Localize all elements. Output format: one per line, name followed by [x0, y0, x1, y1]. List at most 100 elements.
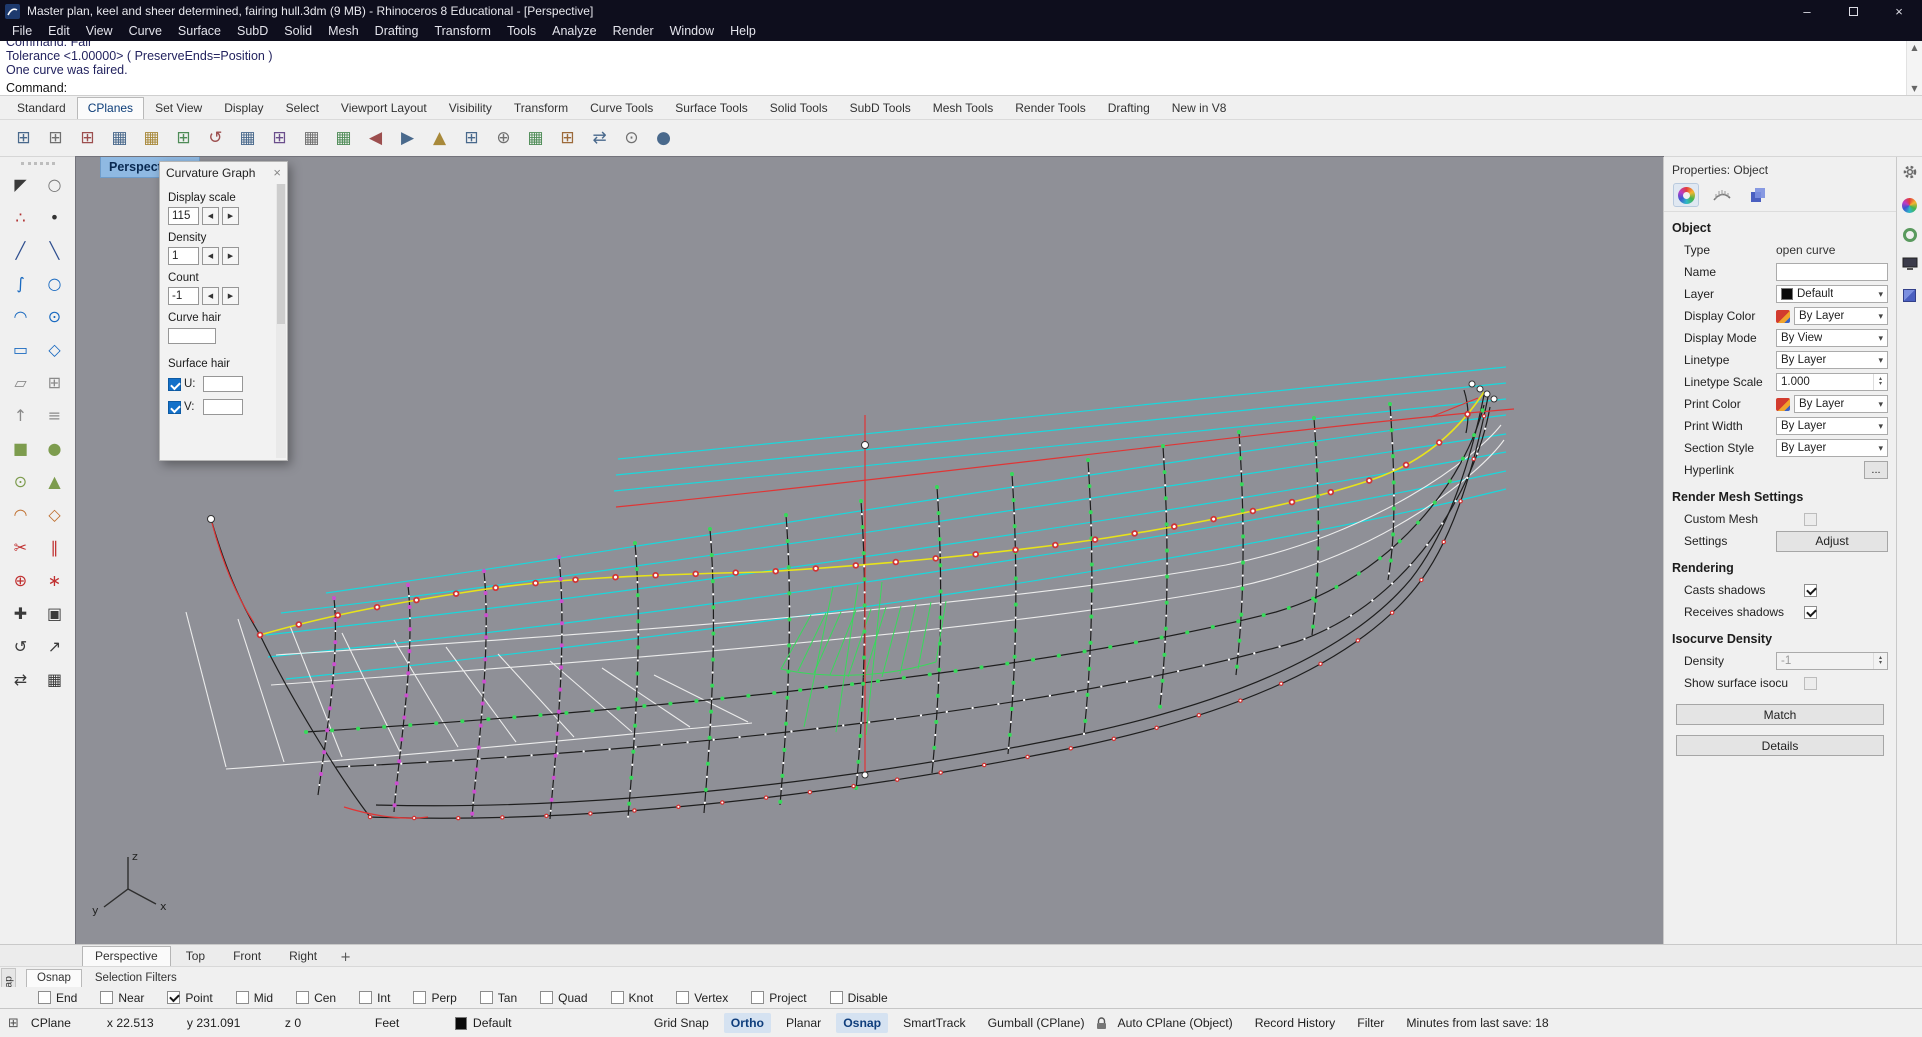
named-cplane-button[interactable]: ▦ — [298, 125, 325, 152]
display-color-select[interactable]: By Layer — [1794, 307, 1888, 325]
ribbon-tab[interactable]: Standard — [6, 97, 77, 119]
menu-item[interactable]: Analyze — [544, 22, 604, 41]
universal-cplane-button[interactable]: ⊕ — [490, 125, 517, 152]
monitor-icon[interactable] — [1902, 257, 1918, 274]
display-mode-select[interactable]: By View — [1776, 329, 1888, 347]
app-icon[interactable] — [5, 4, 20, 19]
copy-tool[interactable]: ▣ — [40, 600, 70, 627]
surface-tool[interactable]: ▱ — [6, 369, 36, 396]
trim-tool[interactable]: ✂ — [6, 534, 36, 561]
ribbon-tab[interactable]: Drafting — [1097, 97, 1161, 119]
close-icon[interactable] — [273, 166, 281, 179]
density-increase-button[interactable] — [222, 247, 239, 265]
cplane-world-right-button[interactable]: ⊞ — [266, 125, 293, 152]
cplane-sync-views-button[interactable]: ⊙ — [618, 125, 645, 152]
checkbox[interactable] — [296, 991, 309, 1004]
minimize-button[interactable]: – — [1784, 0, 1830, 22]
mirror-tool[interactable]: ⇄ — [6, 666, 36, 693]
scale-tool[interactable]: ↗ — [40, 633, 70, 660]
ribbon-tab[interactable]: CPlanes — [77, 97, 144, 119]
ribbon-tab[interactable]: Render Tools — [1004, 97, 1097, 119]
menu-item[interactable]: Curve — [121, 22, 170, 41]
spinner-icon[interactable] — [1873, 653, 1887, 669]
new-viewport-icon[interactable]: + — [332, 949, 359, 966]
cplane-origin-button[interactable]: ⊞ — [42, 125, 69, 152]
dialog-scrollbar[interactable] — [276, 184, 286, 458]
cplane-next-button[interactable]: ▶ — [394, 125, 421, 152]
menu-item[interactable]: Edit — [40, 22, 78, 41]
rotate-tool[interactable]: ↺ — [6, 633, 36, 660]
print-width-select[interactable]: By Layer — [1776, 417, 1888, 435]
section-style-select[interactable]: By Layer — [1776, 439, 1888, 457]
split-tool[interactable]: ∥ — [40, 534, 70, 561]
ribbon-tab[interactable]: New in V8 — [1161, 97, 1238, 119]
density-decrease-button[interactable] — [202, 247, 219, 265]
toolbar-grip[interactable] — [21, 162, 55, 165]
menu-item[interactable]: Window — [662, 22, 722, 41]
display-ring-icon[interactable] — [1903, 228, 1917, 242]
osnap-option[interactable]: Quad — [540, 991, 587, 1005]
settings-gear-icon[interactable] — [1902, 164, 1918, 183]
line-tool[interactable]: ╱ — [6, 237, 36, 264]
osnap-option[interactable]: Disable — [830, 991, 888, 1005]
linetype-select[interactable]: By Layer — [1776, 351, 1888, 369]
hyperlink-browse-button[interactable]: ... — [1864, 461, 1888, 479]
status-toggle[interactable]: Filter — [1350, 1013, 1391, 1033]
osnap-option[interactable]: Knot — [611, 991, 654, 1005]
osnap-option[interactable]: Mid — [236, 991, 273, 1005]
cylinder-tool[interactable]: ⊙ — [6, 468, 36, 495]
join-tool[interactable]: ⊕ — [6, 567, 36, 594]
count-input[interactable]: -1 — [168, 287, 199, 305]
checkbox[interactable] — [830, 991, 843, 1004]
ellipse-tool[interactable]: ⊙ — [40, 303, 70, 330]
cplane-world-front-button[interactable]: ▦ — [234, 125, 261, 152]
menu-item[interactable]: Tools — [499, 22, 544, 41]
maximize-button[interactable] — [1830, 0, 1876, 22]
layer-select[interactable]: Default — [1776, 285, 1888, 303]
status-toggle[interactable]: Auto CPlane (Object) — [1111, 1013, 1240, 1033]
status-toggle[interactable]: Record History — [1248, 1013, 1343, 1033]
checkbox[interactable] — [751, 991, 764, 1004]
v-checkbox[interactable] — [168, 401, 181, 414]
menu-item[interactable]: SubD — [229, 22, 276, 41]
point-tool[interactable]: • — [40, 204, 70, 231]
ribbon-tab[interactable]: Curve Tools — [579, 97, 664, 119]
extrude-tool[interactable]: ↑ — [6, 402, 36, 429]
show-surface-isocurve-checkbox[interactable] — [1804, 677, 1817, 690]
checkbox[interactable] — [359, 991, 372, 1004]
osnap-option[interactable]: Near — [100, 991, 144, 1005]
casts-shadows-checkbox[interactable] — [1804, 584, 1817, 597]
grid-settings-button[interactable]: ▦ — [330, 125, 357, 152]
close-button[interactable]: × — [1876, 0, 1922, 22]
cplane-previous-button[interactable]: ◀ — [362, 125, 389, 152]
menu-item[interactable]: Solid — [276, 22, 320, 41]
rectangle-tool[interactable]: ▭ — [6, 336, 36, 363]
cplane-to-curve-button[interactable]: ▦ — [138, 125, 165, 152]
status-toggle[interactable]: SmartTrack — [896, 1013, 973, 1033]
cplane-rotate-button[interactable]: ↺ — [202, 125, 229, 152]
count-decrease-button[interactable] — [202, 287, 219, 305]
status-toggle[interactable]: Gumball (CPlane) — [981, 1013, 1092, 1033]
lasso-select-tool[interactable]: ○ — [40, 171, 70, 198]
render-sphere-icon[interactable] — [1902, 198, 1917, 213]
checkbox[interactable] — [236, 991, 249, 1004]
isocurve-density-input[interactable]: -1 — [1776, 652, 1888, 670]
display-scale-decrease-button[interactable] — [202, 207, 219, 225]
osnap-option[interactable]: Perp — [413, 991, 456, 1005]
circle-tool[interactable]: ○ — [40, 270, 70, 297]
custom-mesh-checkbox[interactable] — [1804, 513, 1817, 526]
ribbon-tab[interactable]: Mesh Tools — [922, 97, 1004, 119]
scroll-up-icon[interactable]: ▲ — [1907, 41, 1922, 54]
v-color-well[interactable] — [203, 399, 243, 415]
checkbox[interactable] — [100, 991, 113, 1004]
checkbox[interactable] — [480, 991, 493, 1004]
menu-item[interactable]: File — [4, 22, 40, 41]
loft-tool[interactable]: ≡ — [40, 402, 70, 429]
density-input[interactable]: 1 — [168, 247, 199, 265]
ribbon-tab[interactable]: Viewport Layout — [330, 97, 438, 119]
status-toggle[interactable]: Planar — [779, 1013, 828, 1033]
status-cplane[interactable]: CPlane — [31, 1016, 107, 1030]
menu-item[interactable]: Surface — [170, 22, 229, 41]
cplane-align-to-view-button[interactable]: ⊞ — [458, 125, 485, 152]
select-tool[interactable]: ◤ — [6, 171, 36, 198]
